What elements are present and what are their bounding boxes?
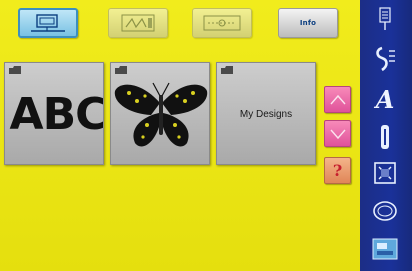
embroidery-screen: Info ABC My Designs ? A xyxy=(0,0,412,271)
stitch-pattern-icon xyxy=(121,14,155,32)
design-tile-butterfly[interactable] xyxy=(110,62,210,165)
sidebar-item-alphabet[interactable]: A xyxy=(370,84,400,114)
help-button[interactable]: ? xyxy=(324,157,351,184)
design-tile-my-designs[interactable]: My Designs xyxy=(216,62,316,165)
tab-info[interactable]: Info xyxy=(278,8,338,38)
sidebar-item-needle[interactable] xyxy=(370,4,400,34)
editing-icon xyxy=(203,15,241,31)
scroll-down-icon xyxy=(329,129,346,139)
sidebar-item-embroidery[interactable] xyxy=(370,196,400,226)
sidebar-item-buttonhole[interactable] xyxy=(370,122,400,152)
main-area: Info ABC My Designs ? xyxy=(0,0,360,271)
tab-editing[interactable] xyxy=(192,8,252,38)
scroll-up-button[interactable] xyxy=(324,86,351,113)
scroll-up-icon xyxy=(329,94,346,104)
buttonhole-icon xyxy=(381,125,389,149)
design-tile-alphabet[interactable]: ABC xyxy=(4,62,104,165)
quilt-icon xyxy=(374,162,396,184)
setup-icon xyxy=(372,238,398,260)
tile-alphabet-text: ABC xyxy=(9,89,104,140)
tab-embroidery[interactable] xyxy=(18,8,78,38)
embroidery-hoop-icon xyxy=(31,14,65,32)
sidebar-item-stitch[interactable] xyxy=(370,44,400,74)
needle-icon xyxy=(379,7,391,30)
sidebar-item-quilt[interactable] xyxy=(370,158,400,188)
scroll-down-button[interactable] xyxy=(324,120,351,147)
tile-my-designs-label: My Designs xyxy=(239,109,293,120)
sidebar-item-setup[interactable] xyxy=(370,234,400,264)
alphabet-icon: A xyxy=(375,84,395,114)
sidebar: A xyxy=(360,0,412,271)
tab-stitch-pattern[interactable] xyxy=(108,8,168,38)
tab-info-label: Info xyxy=(299,19,317,27)
butterfly-icon xyxy=(114,82,208,147)
folder-tab-icon xyxy=(9,66,21,74)
embroidery-icon xyxy=(373,201,397,221)
stitch-icon xyxy=(376,46,395,72)
help-icon: ? xyxy=(332,161,343,180)
folder-tab-icon xyxy=(221,66,233,74)
